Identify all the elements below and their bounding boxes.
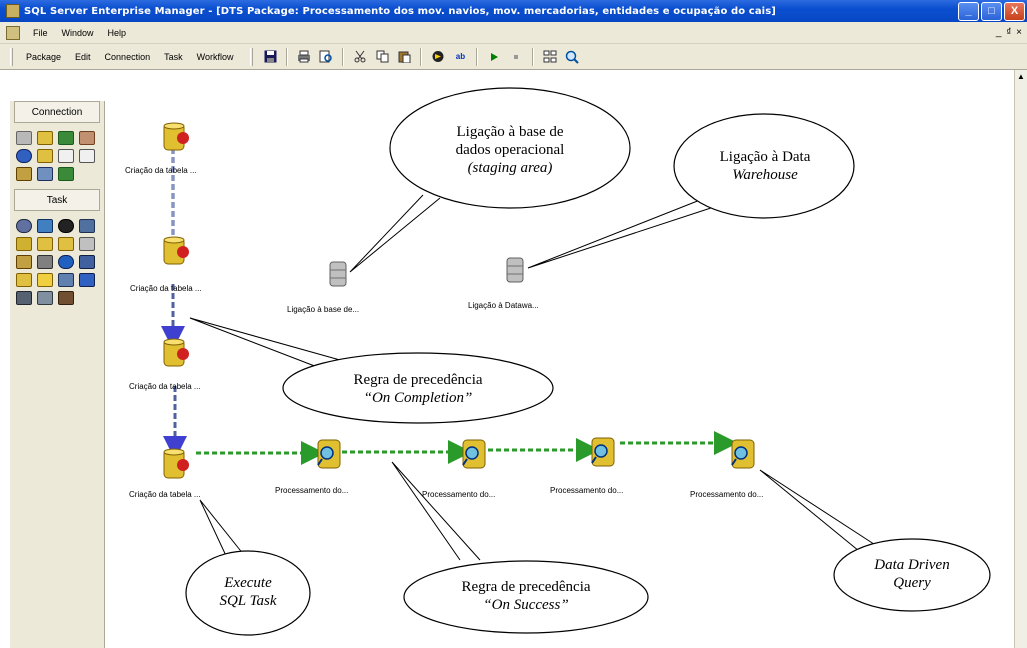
callout-success-line1: Regra de precedência bbox=[461, 579, 591, 595]
success-precedence-arrows[interactable] bbox=[196, 431, 738, 465]
callout-success-line2: “On Success” bbox=[483, 597, 569, 613]
callout-sqltask-text: Execute SQL Task bbox=[190, 574, 306, 610]
execute-sql-task-node-2[interactable] bbox=[163, 236, 189, 265]
node-label-conn-dw[interactable]: Ligação à Datawa... bbox=[468, 301, 539, 310]
callout-dw-line2: Warehouse bbox=[732, 167, 798, 183]
callout-staging-line1: Ligação à base de bbox=[456, 124, 564, 140]
data-driven-query-node-3[interactable] bbox=[591, 437, 615, 467]
callout-sqltask-line1: Execute bbox=[224, 575, 272, 591]
execute-sql-task-node-3[interactable] bbox=[163, 338, 189, 367]
data-driven-query-node-1[interactable] bbox=[317, 439, 341, 469]
vertical-scrollbar[interactable]: ▲ bbox=[1014, 70, 1027, 648]
callout-ddq-line2: Query bbox=[893, 575, 931, 591]
callout-completion-line2: “On Completion” bbox=[363, 390, 473, 406]
node-label-ddq-1[interactable]: Processamento do... bbox=[275, 486, 348, 495]
callout-sqltask-bubble bbox=[185, 499, 311, 636]
node-label-sql-4[interactable]: Criação da tabela ... bbox=[129, 490, 201, 499]
node-label-sql-2[interactable]: Criação da tabela ... bbox=[130, 284, 202, 293]
workflow-diagram bbox=[161, 87, 991, 636]
data-driven-query-node-4[interactable] bbox=[731, 439, 755, 469]
execute-sql-task-node-1[interactable] bbox=[163, 122, 189, 151]
callout-staging-line3: (staging area) bbox=[467, 160, 553, 176]
node-label-ddq-3[interactable]: Processamento do... bbox=[550, 486, 623, 495]
node-label-sql-1[interactable]: Criação da tabela ... bbox=[125, 166, 197, 175]
callout-completion-line1: Regra de precedência bbox=[353, 372, 483, 388]
connection-node-datawarehouse[interactable] bbox=[506, 257, 524, 283]
callout-staging-line2: dados operacional bbox=[455, 142, 565, 158]
execute-sql-task-node-4[interactable] bbox=[163, 448, 189, 479]
scroll-up-arrow[interactable]: ▲ bbox=[1015, 70, 1027, 84]
callout-completion-text: Regra de precedência “On Completion” bbox=[290, 371, 546, 407]
callout-ddq-line1: Data Driven bbox=[874, 557, 950, 573]
node-label-conn-staging[interactable]: Ligação à base de... bbox=[287, 305, 359, 314]
node-label-sql-3[interactable]: Criação da tabela ... bbox=[129, 382, 201, 391]
callout-staging-text: Ligação à base de dados operacional (sta… bbox=[395, 123, 625, 177]
callout-dw-line1: Ligação à Data bbox=[719, 149, 811, 165]
connection-node-staging[interactable] bbox=[329, 261, 347, 287]
callout-dw-text: Ligação à Data Warehouse bbox=[680, 148, 850, 184]
callout-sqltask-line2: SQL Task bbox=[219, 593, 277, 609]
node-label-ddq-4[interactable]: Processamento do... bbox=[690, 490, 763, 499]
node-label-ddq-2[interactable]: Processamento do... bbox=[422, 490, 495, 499]
data-driven-query-node-2[interactable] bbox=[462, 439, 486, 469]
callout-ddq-text: Data Driven Query bbox=[838, 556, 986, 592]
callout-success-text: Regra de precedência “On Success” bbox=[410, 578, 642, 614]
completion-precedence-arrows[interactable] bbox=[161, 148, 187, 460]
